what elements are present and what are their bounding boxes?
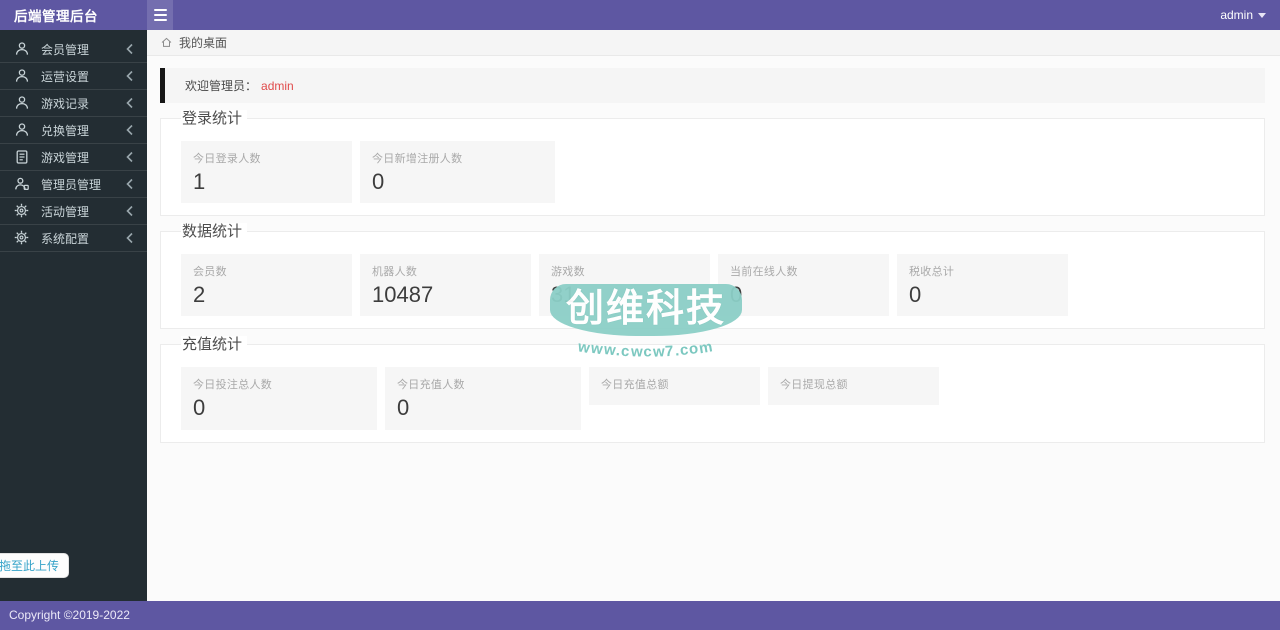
chevron-left-icon (125, 205, 135, 217)
sidebar-item-operations[interactable]: 运营设置 (0, 63, 147, 90)
stat-card: 今日充值人数 0 (385, 367, 581, 430)
stat-label: 游戏数 (551, 266, 585, 279)
notebook-icon (14, 149, 30, 165)
stat-value: 0 (909, 282, 922, 308)
chevron-down-icon (1258, 12, 1266, 18)
user-menu[interactable]: admin (1220, 8, 1280, 22)
stat-value: 0 (193, 395, 206, 421)
stat-value: 0 (730, 282, 743, 308)
stat-label: 今日充值总额 (601, 379, 669, 392)
user-name: admin (1220, 8, 1253, 22)
sidebar-item-admins[interactable]: 管理员管理 (0, 171, 147, 198)
section-title: 数据统计 (181, 223, 248, 242)
stat-value: 0 (372, 169, 385, 194)
sidebar-item-games[interactable]: 游戏管理 (0, 144, 147, 171)
stat-label: 当前在线人数 (730, 266, 798, 279)
sidebar-item-members[interactable]: 会员管理 (0, 36, 147, 63)
stat-label: 今日提现总额 (780, 379, 848, 392)
user-badge-icon (14, 176, 30, 192)
sidebar-item-label: 运营设置 (41, 69, 90, 84)
chevron-left-icon (125, 151, 135, 163)
sidebar-item-exchange[interactable]: 兑换管理 (0, 117, 147, 144)
section-data-stats: 数据统计会员数 2 机器人数 10487 游戏数 31 当前在线人数 0 税收总计 0 (160, 223, 1265, 330)
content: 欢迎管理员： admin 登录统计 今日登录人数 1 今日新增注册人数 0 数据统计 会员数… (147, 56, 1280, 443)
stat-card: 今日提现总额 (768, 367, 939, 406)
welcome-banner: 欢迎管理员： admin (160, 68, 1265, 103)
stat-card: 今日新增注册人数 0 (360, 141, 555, 204)
stat-label: 今日充值人数 (397, 379, 465, 392)
stat-label: 今日新增注册人数 (372, 153, 463, 165)
sidebar-item-system[interactable]: 系统配置 (0, 225, 147, 252)
stat-label: 今日登录人数 (193, 153, 261, 165)
stat-label: 机器人数 (372, 266, 418, 279)
stat-label: 今日投注总人数 (193, 379, 273, 392)
sidebar-item-game-records[interactable]: 游戏记录 (0, 90, 147, 117)
stat-card: 当前在线人数 0 (718, 254, 889, 317)
menu-toggle-button[interactable] (147, 0, 173, 30)
stat-card: 游戏数 31 (539, 254, 710, 317)
sidebar-item-label: 游戏记录 (41, 96, 90, 111)
chevron-left-icon (125, 124, 135, 136)
section-title: 登录统计 (181, 110, 248, 128)
welcome-username: admin (261, 78, 294, 93)
sidebar-item-label: 会员管理 (41, 42, 90, 57)
stat-value: 0 (397, 395, 410, 421)
sidebar-item-label: 活动管理 (41, 204, 90, 219)
sidebar-item-label: 游戏管理 (41, 150, 90, 165)
sidebar-item-label: 系统配置 (41, 231, 90, 246)
user-icon (14, 68, 30, 84)
sidebar-item-activities[interactable]: 活动管理 (0, 198, 147, 225)
chevron-left-icon (125, 43, 135, 55)
stat-value: 10487 (372, 282, 434, 308)
footer-copyright: Copyright ©2019-2022 (0, 601, 1280, 630)
gear-icon (14, 203, 30, 219)
chevron-left-icon (125, 178, 135, 190)
user-icon (14, 41, 30, 57)
stat-label: 税收总计 (909, 266, 955, 279)
stat-card: 今日投注总人数 0 (181, 367, 377, 430)
section-login-stats: 登录统计今日登录人数 1 今日新增注册人数 0 (160, 110, 1265, 217)
stat-value: 2 (193, 282, 206, 308)
chevron-left-icon (125, 70, 135, 82)
hamburger-icon (153, 9, 167, 11)
stat-card: 今日登录人数 1 (181, 141, 352, 204)
section-title: 充值统计 (181, 336, 248, 355)
main-content: 我的桌面 欢迎管理员： admin 登录统计 今日登录人数 1 今日新增注册人数 0 数据… (147, 30, 1280, 601)
chevron-left-icon (125, 232, 135, 244)
chevron-left-icon (125, 97, 135, 109)
topbar: 后端管理后台 admin (0, 0, 1280, 30)
stat-card: 税收总计 0 (897, 254, 1068, 317)
breadcrumb-label: 我的桌面 (179, 36, 228, 50)
user-icon (14, 122, 30, 138)
app-title: 后端管理后台 (14, 9, 98, 24)
gear-icon (14, 230, 30, 246)
breadcrumb[interactable]: 我的桌面 (147, 30, 1280, 56)
sidebar-item-label: 兑换管理 (41, 123, 90, 138)
welcome-text: 欢迎管理员： (185, 79, 258, 93)
stat-card: 会员数 2 (181, 254, 352, 317)
upload-button[interactable]: 拖至此上传 (0, 553, 70, 578)
stat-card: 机器人数 10487 (360, 254, 531, 317)
stat-card: 今日充值总额 (589, 367, 760, 406)
sidebar-item-label: 管理员管理 (41, 177, 102, 192)
section-recharge-stats: 充值统计今日投注总人数 0 今日充值人数 0 今日充值总额 今日提现总额 (160, 336, 1265, 443)
sidebar: 会员管理运营设置游戏记录兑换管理游戏管理管理员管理活动管理系统配置 (0, 30, 147, 601)
stat-value: 31 (551, 282, 576, 308)
stat-value: 1 (193, 169, 206, 194)
stat-label: 会员数 (193, 266, 227, 279)
home-icon (161, 37, 172, 47)
user-icon (14, 95, 30, 111)
